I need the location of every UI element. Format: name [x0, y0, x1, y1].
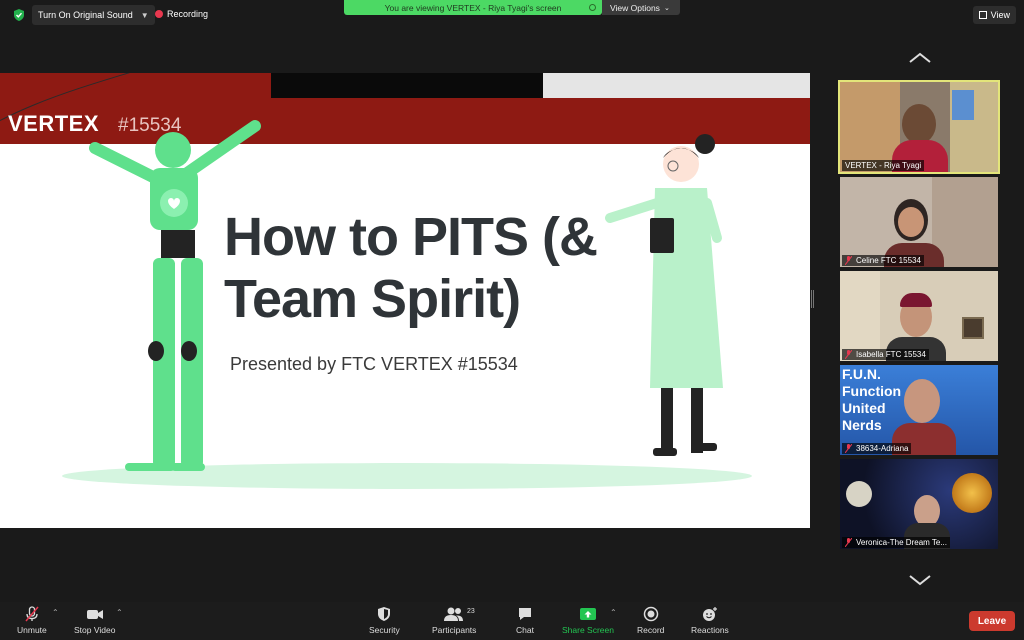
viewing-screen-banner: You are viewing VERTEX - Riya Tyagi's sc…: [344, 0, 602, 15]
chevron-up-icon[interactable]: ⌃: [116, 608, 123, 617]
reactions-label: Reactions: [691, 625, 729, 635]
unmute-button[interactable]: Unmute: [17, 606, 47, 635]
background-wall: [840, 271, 880, 361]
security-button[interactable]: Security: [369, 606, 400, 635]
grid-view-icon: [978, 11, 987, 19]
slide-title-line: Team Spirit): [224, 269, 521, 329]
muted-mic-icon: [845, 350, 852, 359]
slide-title: How to PITS (& Team Spirit): [224, 206, 664, 330]
slide-header-band: [543, 73, 810, 98]
meeting-toolbar: Unmute ⌃ Stop Video ⌃ Security Participa…: [0, 602, 1024, 640]
participant-head: [904, 379, 940, 423]
record-label: Record: [637, 625, 665, 635]
background-text-line: United: [842, 400, 886, 416]
participant-name-tag: VERTEX - Riya Tyagi: [842, 160, 925, 171]
shield-icon: [378, 607, 391, 621]
chevron-down-icon: ⌄: [663, 4, 670, 12]
background-text-line: F.U.N.: [842, 366, 881, 382]
view-button[interactable]: View: [972, 6, 1016, 24]
zoom-meeting-window: Turn On Original Sound ▼ Recording You a…: [0, 0, 1024, 640]
share-screen-label: Share Screen: [562, 625, 614, 635]
slide-subtitle: Presented by FTC VERTEX #15534: [230, 354, 518, 374]
participant-name-tag: Celine FTC 15534: [842, 255, 924, 266]
background-text-line: Nerds: [842, 417, 882, 433]
chat-bubble-icon: [518, 608, 531, 620]
share-screen-icon: [579, 608, 596, 620]
view-options-label: View Options: [610, 2, 660, 13]
participant-video-tile[interactable]: VERTEX - Riya Tyagi: [838, 80, 1000, 174]
chevron-up-icon[interactable]: ⌃: [52, 608, 59, 617]
leave-button[interactable]: Leave: [969, 611, 1015, 631]
participant-name-tag: 38634-Adriana: [842, 443, 912, 454]
recording-dot-icon: [155, 10, 163, 18]
background-picture: [962, 317, 984, 339]
chevron-up-icon[interactable]: [908, 52, 932, 64]
record-button[interactable]: Record: [637, 606, 664, 635]
shared-screen-slide: VERTEX #15534 How to PITS (& Team Spirit…: [0, 73, 810, 528]
participant-name-tag: Veronica-The Dream Te...: [842, 537, 951, 548]
background-cabinet: [840, 82, 900, 172]
virtual-background-text: F.U.N. Function United Nerds: [842, 366, 901, 434]
moon-decoration: [846, 481, 872, 507]
muted-mic-icon: [845, 444, 852, 453]
slide-header-band: [271, 73, 543, 98]
participant-video-tile[interactable]: Celine FTC 15534: [840, 177, 998, 267]
unmute-label: Unmute: [17, 625, 47, 635]
sun-decoration: [952, 473, 992, 513]
top-bar: Turn On Original Sound ▼ Recording You a…: [0, 0, 1024, 30]
participant-name: Isabella FTC 15534: [856, 350, 926, 359]
chevron-up-icon[interactable]: ⌃: [610, 608, 617, 617]
participant-name: Celine FTC 15534: [856, 256, 921, 265]
encryption-shield-icon[interactable]: [12, 8, 26, 22]
original-sound-button[interactable]: Turn On Original Sound ▼: [32, 5, 155, 25]
view-options-button[interactable]: View Options ⌄: [602, 0, 680, 15]
status-dot-icon: [589, 4, 596, 11]
panel-resize-handle[interactable]: [811, 290, 814, 308]
reactions-button[interactable]: Reactions: [691, 606, 729, 635]
participants-count: 23: [467, 608, 475, 615]
recording-label: Recording: [167, 9, 209, 19]
leave-label: Leave: [977, 615, 1007, 627]
view-label: View: [990, 10, 1010, 20]
participant-video-tile[interactable]: F.U.N. Function United Nerds 38634-Adria…: [840, 365, 998, 455]
record-icon: [643, 606, 658, 622]
participant-name: Veronica-The Dream Te...: [856, 538, 948, 547]
participant-head: [902, 104, 936, 144]
video-camera-icon: [86, 610, 103, 619]
stop-video-button[interactable]: Stop Video: [74, 606, 115, 635]
chat-button[interactable]: Chat: [516, 606, 534, 635]
muted-mic-icon: [845, 256, 852, 265]
participant-name: 38634-Adriana: [856, 444, 909, 453]
participant-cap: [900, 293, 932, 307]
original-sound-label: Turn On Original Sound: [38, 10, 133, 20]
viewing-banner-text: You are viewing VERTEX - Riya Tyagi's sc…: [384, 2, 562, 13]
slide-title-line: How to PITS (&: [224, 207, 598, 267]
stop-video-label: Stop Video: [74, 625, 116, 635]
participant-video-tile[interactable]: Isabella FTC 15534: [840, 271, 998, 361]
chevron-down-icon[interactable]: [908, 574, 932, 586]
background-text-line: Function: [842, 383, 902, 399]
chevron-down-icon[interactable]: ▼: [141, 11, 149, 20]
participants-label: Participants: [432, 625, 477, 635]
chat-label: Chat: [516, 625, 534, 635]
muted-mic-icon: [845, 538, 852, 547]
share-screen-button[interactable]: Share Screen: [562, 606, 614, 635]
background-painting: [952, 90, 974, 120]
participant-name-tag: Isabella FTC 15534: [842, 349, 929, 360]
participant-video-tile[interactable]: Veronica-The Dream Te...: [840, 459, 998, 549]
security-label: Security: [369, 625, 400, 635]
muted-mic-icon: [25, 606, 39, 622]
recording-indicator[interactable]: Recording: [155, 9, 208, 19]
participants-icon: [444, 607, 464, 621]
smiley-icon: [702, 607, 717, 621]
participant-name: VERTEX - Riya Tyagi: [845, 161, 922, 170]
participant-face: [898, 207, 924, 237]
